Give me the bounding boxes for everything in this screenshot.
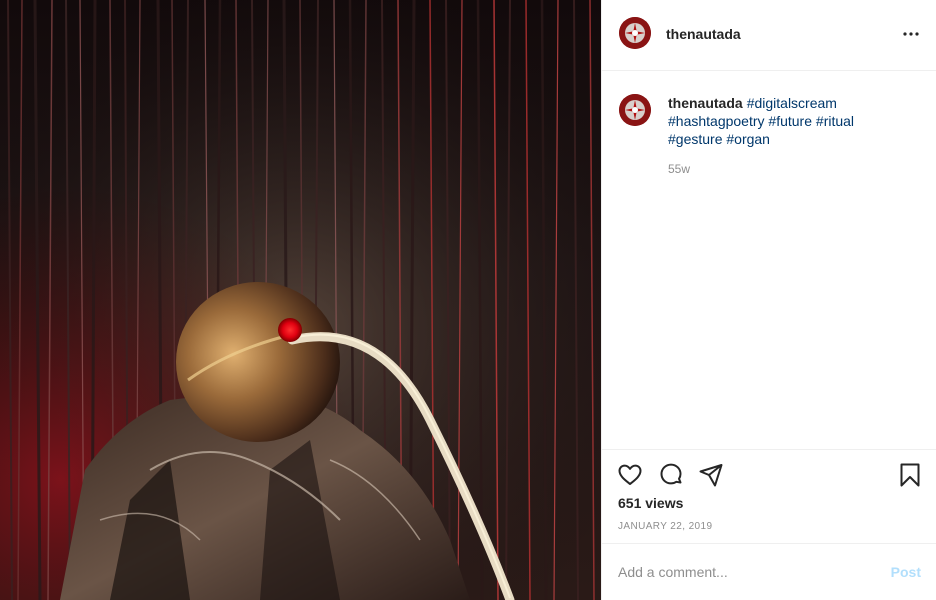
post-actions: 651 views JANUARY 22, 2019 — [602, 449, 936, 543]
post-header: thenautada — [602, 0, 936, 71]
post-side-panel: thenautada thenautada #digitalscream #has… — [601, 0, 936, 600]
caption-username[interactable]: thenautada — [668, 95, 743, 111]
post-media-image — [0, 0, 601, 600]
post-caption: thenautada #digitalscream #hashtagpoetry … — [668, 94, 916, 148]
header-username[interactable]: thenautada — [666, 26, 741, 42]
hashtag-link[interactable]: #organ — [726, 131, 770, 147]
comments-section: thenautada #digitalscream #hashtagpoetry … — [602, 71, 936, 449]
avatar-image — [619, 94, 651, 126]
paper-plane-icon[interactable] — [698, 462, 724, 488]
hashtag-link[interactable]: #digitalscream — [747, 95, 837, 111]
post-media-video[interactable] — [0, 0, 601, 600]
avatar[interactable] — [619, 17, 651, 49]
comment-input[interactable] — [618, 561, 878, 583]
avatar-image — [619, 17, 651, 49]
hashtag-link[interactable]: #ritual — [816, 113, 854, 129]
view-count[interactable]: 651 views — [618, 495, 683, 511]
post-date[interactable]: JANUARY 22, 2019 — [618, 521, 712, 532]
more-options-icon[interactable] — [901, 24, 921, 44]
comment-bubble-icon[interactable] — [658, 462, 684, 488]
caption-avatar[interactable] — [619, 94, 651, 126]
hashtag-link[interactable]: #gesture — [668, 131, 722, 147]
hashtag-link[interactable]: #future — [768, 113, 812, 129]
hashtag-link[interactable]: #hashtagpoetry — [668, 113, 765, 129]
heart-icon[interactable] — [617, 462, 643, 488]
bookmark-icon[interactable] — [897, 462, 923, 488]
post-comment-button[interactable]: Post — [891, 564, 921, 580]
caption-timestamp[interactable]: 55w — [668, 162, 690, 176]
comment-form: Post — [602, 543, 936, 600]
